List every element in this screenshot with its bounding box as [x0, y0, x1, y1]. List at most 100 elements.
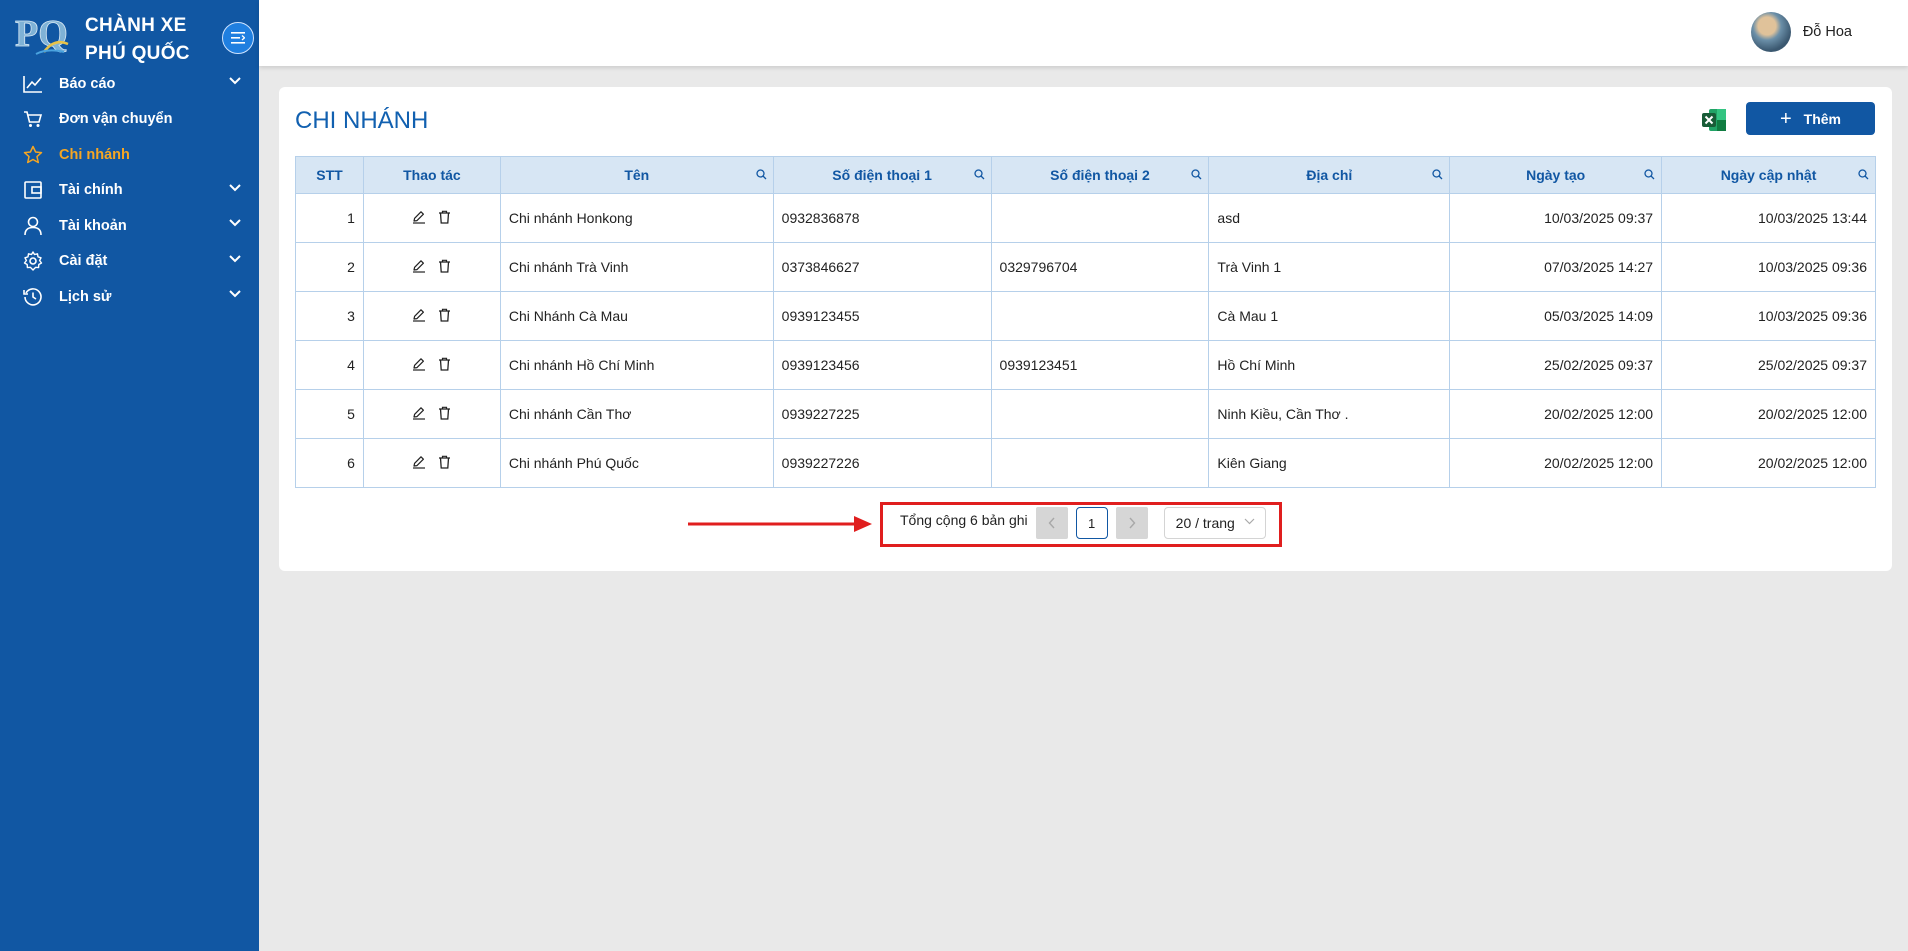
search-icon[interactable]: [1191, 169, 1202, 180]
chevron-down-icon: [229, 254, 241, 262]
search-icon[interactable]: [973, 169, 985, 180]
annotation-arrow-icon: [688, 516, 872, 532]
sidebar-toggle-button[interactable]: [222, 22, 254, 54]
sidebar-item-chi-nhanh[interactable]: Chi nhánh: [0, 137, 259, 173]
cart-icon: [22, 108, 44, 130]
prev-page-button[interactable]: [1035, 507, 1068, 539]
edit-icon[interactable]: [412, 455, 426, 469]
cell-actions: [362, 438, 501, 488]
chevron-down-icon: [229, 219, 241, 227]
sidebar-item-tai-khoan[interactable]: Tài khoản: [0, 208, 259, 244]
brand-logo: PQ: [15, 13, 69, 55]
edit-icon[interactable]: [412, 406, 426, 420]
column-header-dia-chi: Địa chỉ: [1208, 156, 1451, 194]
cell-stt: 4: [295, 340, 364, 390]
cell-name: Chi Nhánh Cà Mau: [499, 291, 774, 341]
column-header-stt: STT: [295, 156, 364, 194]
cell-stt: 1: [295, 193, 364, 243]
history-icon: [22, 286, 44, 308]
column-label: Số điện thoại 2: [1050, 167, 1150, 183]
search-icon[interactable]: [1432, 169, 1443, 180]
cell-phone2: [990, 193, 1210, 243]
chevron-right-icon: [1129, 517, 1136, 529]
cell-stt: 5: [295, 389, 364, 439]
pagination: Tổng cộng 6 bản ghi 1 20 / trang: [900, 507, 1266, 539]
column-label: Ngày tạo: [1526, 167, 1586, 183]
table-row: 1 Chi nhánh Honkong 0932836878 asd 10/03…: [295, 193, 1876, 243]
export-excel-button[interactable]: [1701, 107, 1727, 133]
cell-created: 20/02/2025 12:00: [1449, 438, 1663, 488]
excel-icon: [1702, 109, 1726, 131]
cell-actions: [362, 291, 501, 341]
column-header-ngay-cap-nhat: Ngày cập nhật: [1661, 156, 1876, 194]
chevron-left-icon: [1048, 517, 1055, 529]
top-header: Đỗ Hoa: [259, 0, 1908, 66]
chevron-down-icon: [229, 183, 241, 191]
cell-created: 10/03/2025 09:37: [1449, 193, 1663, 243]
cell-updated: 10/03/2025 09:36: [1661, 291, 1876, 341]
cell-address: Kiên Giang: [1208, 438, 1451, 488]
cell-updated: 20/02/2025 12:00: [1661, 389, 1876, 439]
cell-phone2: 0329796704: [990, 242, 1210, 292]
sidebar-item-tai-chinh[interactable]: Tài chính: [0, 173, 259, 209]
column-label: Số điện thoại 1: [832, 167, 932, 183]
search-icon[interactable]: [1858, 169, 1869, 180]
cell-phone2: [990, 389, 1210, 439]
avatar[interactable]: [1750, 12, 1791, 52]
cell-phone1: 0939123456: [772, 340, 992, 390]
delete-icon[interactable]: [438, 210, 451, 224]
cell-stt: 3: [295, 291, 364, 341]
cell-phone1: 0939227226: [772, 438, 992, 488]
delete-icon[interactable]: [438, 406, 451, 420]
edit-icon[interactable]: [412, 357, 426, 371]
sidebar-item-cai-dat[interactable]: Cài đặt: [0, 244, 259, 280]
delete-icon[interactable]: [438, 357, 451, 371]
sidebar-item-label: Tài chính: [59, 182, 123, 199]
table-row: 3 Chi Nhánh Cà Mau 0939123455 Cà Mau 1 0…: [295, 291, 1876, 341]
column-header-so-dien-thoai-2: Số điện thoại 2: [990, 156, 1210, 194]
cell-created: 05/03/2025 14:09: [1449, 291, 1663, 341]
chart-line-icon: [22, 73, 44, 95]
user-menu[interactable]: Đỗ Hoa: [1750, 12, 1852, 52]
cell-phone2: [990, 438, 1210, 488]
cell-updated: 10/03/2025 13:44: [1661, 193, 1876, 243]
cell-updated: 20/02/2025 12:00: [1661, 438, 1876, 488]
edit-icon[interactable]: [412, 259, 426, 273]
sidebar-item-label: Lịch sử: [59, 288, 112, 305]
brand[interactable]: PQ CHÀNH XE PHÚ QUỐC: [12, 6, 254, 64]
cell-address: Ninh Kiều, Cần Thơ .: [1208, 389, 1451, 439]
next-page-button[interactable]: [1115, 507, 1148, 539]
pagination-total: Tổng cộng 6 bản ghi: [900, 512, 1028, 528]
page-size-select[interactable]: 20 / trang: [1163, 507, 1266, 539]
add-branch-button[interactable]: + Thêm: [1746, 102, 1875, 135]
sidebar-item-lich-su[interactable]: Lịch sử: [0, 279, 259, 315]
search-icon[interactable]: [756, 169, 767, 180]
sidebar-item-bao-cao[interactable]: Báo cáo: [0, 66, 259, 102]
brand-name: CHÀNH XE PHÚ QUỐC: [85, 12, 190, 68]
column-label: Tên: [624, 167, 650, 183]
column-label: Thao tác: [403, 167, 461, 183]
cell-name: Chi nhánh Cần Thơ: [499, 389, 774, 439]
page-number-current[interactable]: 1: [1075, 507, 1108, 539]
column-label: Ngày cập nhật: [1720, 167, 1817, 183]
user-icon: [22, 215, 44, 237]
cell-name: Chi nhánh Trà Vinh: [499, 242, 774, 292]
cell-actions: [362, 242, 501, 292]
cell-actions: [362, 193, 501, 243]
edit-icon[interactable]: [412, 308, 426, 322]
sidebar-item-label: Cài đặt: [59, 253, 108, 270]
delete-icon[interactable]: [438, 308, 451, 322]
cell-phone2: [990, 291, 1210, 341]
delete-icon[interactable]: [438, 455, 451, 469]
column-header-ngay-tao: Ngày tạo: [1449, 156, 1663, 194]
chevron-down-icon: [229, 290, 241, 298]
sidebar-item-label: Tài khoản: [59, 217, 127, 234]
delete-icon[interactable]: [438, 259, 451, 273]
sidebar-item-don-van-chuyen[interactable]: Đơn vận chuyển: [0, 102, 259, 138]
edit-icon[interactable]: [412, 210, 426, 224]
search-icon[interactable]: [1644, 169, 1655, 180]
table-row: 4 Chi nhánh Hồ Chí Minh 0939123456 09391…: [295, 340, 1876, 390]
sidebar: PQ CHÀNH XE PHÚ QUỐC Báo cáo Đơn vận chu…: [0, 0, 259, 951]
cell-phone2: 0939123451: [990, 340, 1210, 390]
cell-address: Cà Mau 1: [1208, 291, 1451, 341]
